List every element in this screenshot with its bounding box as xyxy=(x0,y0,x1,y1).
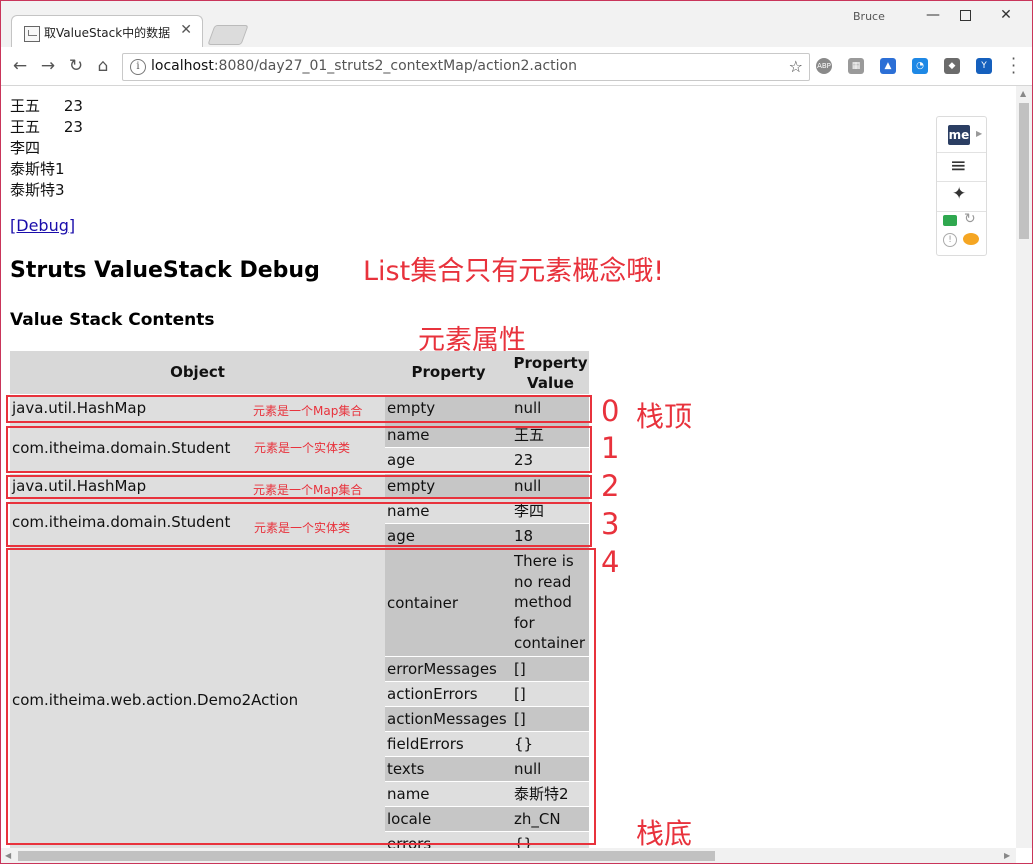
page-title: Struts ValueStack Debug xyxy=(10,258,320,283)
scroll-up-icon[interactable]: ▲ xyxy=(1020,89,1026,98)
url-host: localhost xyxy=(151,58,214,74)
warning-icon[interactable]: ! xyxy=(943,233,957,247)
index-annotation: 1 xyxy=(601,431,620,465)
stack-top-annotation: 栈顶 xyxy=(636,400,693,433)
back-arrow-icon[interactable]: ← xyxy=(9,56,31,76)
stack-bottom-annotation: 栈底 xyxy=(636,817,693,848)
adblock-extension-icon[interactable]: ABP xyxy=(816,58,832,74)
browser-menu-icon[interactable]: · · · xyxy=(1011,51,1016,81)
graduation-extension-icon[interactable]: ▲ xyxy=(880,58,896,74)
me-logo-icon[interactable]: me xyxy=(948,125,970,145)
cast-icon[interactable] xyxy=(943,215,957,226)
magic-wand-icon[interactable]: ✦ xyxy=(952,184,966,204)
index-annotation: 0 xyxy=(601,394,620,428)
hamburger-menu-icon[interactable]: ≡ xyxy=(950,153,967,177)
horizontal-scrollbar[interactable]: ◀ ▶ xyxy=(1,848,1016,863)
address-url[interactable]: localhost:8080/day27_01_struts2_contextM… xyxy=(151,58,577,74)
horizontal-scroll-thumb[interactable] xyxy=(18,851,715,861)
table-header-object: Object xyxy=(10,351,385,394)
new-tab-button[interactable] xyxy=(207,25,249,45)
table-header-property-value: Property Value xyxy=(512,351,589,394)
stack-element-box xyxy=(6,502,592,547)
section-title: Value Stack Contents xyxy=(10,310,215,330)
tab-title: 取ValueStack中的数据 xyxy=(44,26,171,40)
page-info-icon[interactable]: i xyxy=(130,59,146,75)
grid-extension-icon[interactable]: ▦ xyxy=(848,58,864,74)
tab-close-icon[interactable]: ✕ xyxy=(180,22,192,38)
bookmark-star-icon[interactable]: ☆ xyxy=(789,57,803,76)
page-content: 王五 23 王五 23 李四 泰斯特1 泰斯特3 [Debug] Struts … xyxy=(1,86,1016,848)
minimize-icon[interactable]: — xyxy=(918,7,948,27)
forward-arrow-icon[interactable]: → xyxy=(37,56,59,76)
link-extension-icon[interactable]: ◔ xyxy=(912,58,928,74)
title-bar: 取ValueStack中的数据 ✕ Bruce — ✕ xyxy=(1,1,1032,48)
address-bar[interactable]: i localhost:8080/day27_01_struts2_contex… xyxy=(122,53,810,81)
page-favicon-icon xyxy=(24,26,40,42)
index-annotation: 2 xyxy=(601,469,620,503)
debug-link[interactable]: [Debug] xyxy=(10,216,75,235)
url-path: :8080/day27_01_struts2_contextMap/action… xyxy=(213,58,577,74)
output-line: 王五 23 xyxy=(10,97,83,115)
index-annotation: 3 xyxy=(601,507,620,541)
table-header-property-name: Property Name xyxy=(385,351,512,424)
index-annotation: 4 xyxy=(601,545,620,579)
list-note-annotation: List集合只有元素概念哦! xyxy=(363,256,665,287)
stack-element-box xyxy=(6,548,596,845)
vertical-scrollbar[interactable]: ▲ xyxy=(1016,86,1032,848)
browser-tab[interactable]: 取ValueStack中的数据 ✕ xyxy=(11,15,203,48)
stack-element-box xyxy=(6,395,592,423)
stack-element-box xyxy=(6,426,592,473)
home-icon[interactable]: ⌂ xyxy=(92,56,114,76)
eye-icon[interactable] xyxy=(963,233,979,245)
profile-user-name[interactable]: Bruce xyxy=(853,10,885,23)
y-extension-icon[interactable]: Y xyxy=(976,58,992,74)
browser-toolbar: ← → ↻ ⌂ i localhost:8080/day27_01_struts… xyxy=(1,47,1032,86)
stack-element-box xyxy=(6,475,592,499)
vertical-scroll-thumb[interactable] xyxy=(1019,103,1029,239)
evernote-extension-icon[interactable]: ◆ xyxy=(944,58,960,74)
output-line: 李四 xyxy=(10,139,41,157)
scroll-right-icon[interactable]: ▶ xyxy=(1004,851,1010,860)
refresh-small-icon[interactable]: ↻ xyxy=(964,211,976,227)
output-line: 泰斯特3 xyxy=(10,181,65,199)
close-window-icon[interactable]: ✕ xyxy=(991,7,1021,27)
scroll-left-icon[interactable]: ◀ xyxy=(5,851,11,860)
reload-icon[interactable]: ↻ xyxy=(65,56,87,76)
maximize-icon[interactable] xyxy=(950,7,980,27)
expand-arrow-icon[interactable]: ▶ xyxy=(976,129,982,138)
output-line: 王五 23 xyxy=(10,118,83,136)
output-line: 泰斯特1 xyxy=(10,160,65,178)
browser-window: 取ValueStack中的数据 ✕ Bruce — ✕ ← → ↻ ⌂ i lo… xyxy=(0,0,1033,864)
extension-side-panel: me ▶ ≡ ✦ ↻ ! xyxy=(936,116,987,256)
